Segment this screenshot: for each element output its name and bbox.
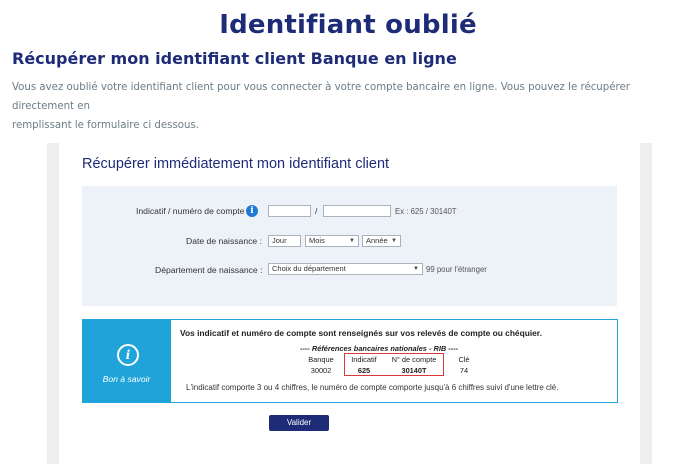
rib-value-compte: 30140T <box>401 366 427 375</box>
page-subtitle: Récupérer mon identifiant client Banque … <box>12 49 457 68</box>
rib-header-banque: Banque <box>308 355 334 364</box>
rib-header-compte: N° de compte <box>391 355 437 364</box>
rib-header-cle: Clé <box>458 355 470 364</box>
rib-header-indicatif: Indicatif <box>351 355 377 364</box>
page-title: Identifiant oublié <box>219 10 477 40</box>
birthdate-label: Date de naissance : <box>186 236 262 246</box>
birth-year-value: Année <box>366 236 388 245</box>
rib-title: ---- Références bancaires nationales - R… <box>300 344 459 353</box>
department-hint: 99 pour l'étranger <box>426 265 487 274</box>
valider-button[interactable]: Valider <box>269 415 329 431</box>
chevron-down-icon: ▼ <box>391 238 397 244</box>
birth-day-placeholder: Jour <box>272 236 287 245</box>
indicatif-input[interactable] <box>268 205 311 217</box>
birth-year-select[interactable]: Année ▼ <box>362 235 401 247</box>
info-box-headline: Vos indicatif et numéro de compte sont r… <box>180 328 542 338</box>
info-circle-icon: i <box>117 344 139 366</box>
account-label: Indicatif / numéro de compte <box>136 206 245 216</box>
birth-month-select[interactable]: Mois ▼ <box>305 235 359 247</box>
intro-text: Vous avez oublié votre identifiant clien… <box>12 78 694 135</box>
info-box-label: Bon à savoir <box>102 374 151 384</box>
birth-month-value: Mois <box>309 236 325 245</box>
chevron-down-icon: ▼ <box>413 266 419 272</box>
info-icon[interactable]: i <box>246 205 258 217</box>
department-select[interactable]: Choix du département ▼ <box>268 263 423 275</box>
department-value: Choix du département <box>272 264 346 273</box>
chevron-down-icon: ▼ <box>349 238 355 244</box>
intro-line-2: remplissant le formulaire ci dessous. <box>12 120 200 131</box>
intro-line-1: Vous avez oublié votre identifiant clien… <box>12 82 630 112</box>
account-separator: / <box>315 206 318 216</box>
department-label: Département de naissance : <box>155 265 263 275</box>
account-hint: Ex : 625 / 30140T <box>395 207 457 216</box>
rib-value-cle: 74 <box>459 366 469 375</box>
rib-value-indicatif: 625 <box>357 366 371 375</box>
form-title: Récupérer immédiatement mon identifiant … <box>82 156 390 172</box>
info-box-note: L'indicatif comporte 3 ou 4 chiffres, le… <box>186 383 559 392</box>
rib-value-banque: 30002 <box>310 366 332 375</box>
birth-day-input[interactable]: Jour <box>268 235 301 247</box>
account-number-input[interactable] <box>323 205 391 217</box>
